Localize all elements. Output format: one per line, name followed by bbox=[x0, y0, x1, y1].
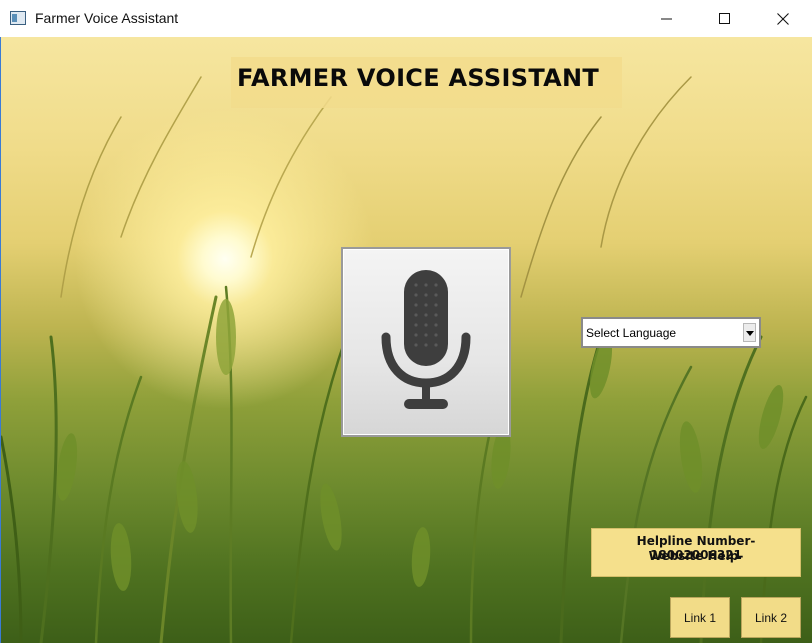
app-window-icon bbox=[10, 11, 26, 25]
maximize-button[interactable] bbox=[696, 0, 754, 37]
minimize-icon bbox=[661, 18, 672, 19]
language-select-arrow-button[interactable] bbox=[743, 323, 756, 342]
link-1-button[interactable]: Link 1 bbox=[670, 597, 730, 638]
website-help: Website Help- bbox=[648, 549, 744, 563]
close-button[interactable] bbox=[754, 0, 812, 37]
close-icon bbox=[777, 12, 789, 25]
microphone-icon bbox=[381, 270, 471, 409]
page-title: FARMER VOICE ASSISTANT bbox=[237, 64, 600, 92]
wheat-field-background: FARMER VOICE ASSISTANT Select Language H… bbox=[1, 37, 812, 643]
window-title: Farmer Voice Assistant bbox=[35, 10, 179, 26]
app-heading-panel: FARMER VOICE ASSISTANT bbox=[231, 57, 622, 108]
language-select-value: Select Language bbox=[586, 326, 677, 340]
chevron-down-icon bbox=[746, 331, 754, 336]
minimize-button[interactable] bbox=[638, 0, 696, 37]
helpline-panel: Helpline Number- 18002006321 Website Hel… bbox=[591, 528, 801, 577]
maximize-icon bbox=[719, 12, 730, 24]
link-2-button[interactable]: Link 2 bbox=[741, 597, 801, 638]
language-select[interactable]: Select Language bbox=[581, 317, 761, 348]
microphone-button[interactable] bbox=[341, 247, 511, 437]
title-bar: Farmer Voice Assistant bbox=[0, 0, 812, 38]
